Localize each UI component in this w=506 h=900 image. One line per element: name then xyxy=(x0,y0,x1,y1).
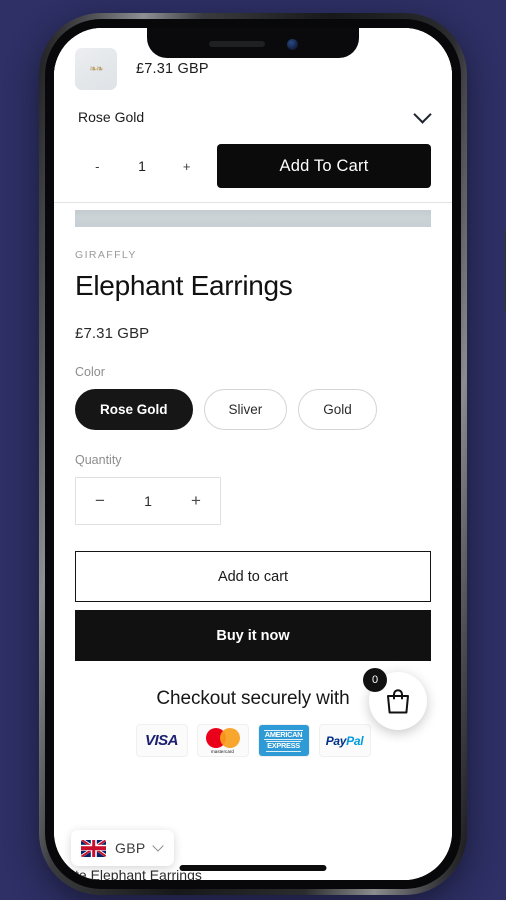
color-option-group: Rose Gold Sliver Gold xyxy=(75,389,431,431)
shopping-bag-icon xyxy=(387,689,409,714)
sticky-add-to-cart-button[interactable]: Add To Cart xyxy=(217,144,431,188)
sticky-bar-action-row: - 1 + Add To Cart xyxy=(75,144,431,202)
phone-bezel: ❧❧ £7.31 GBP Rose Gold - 1 + Add To Cart… xyxy=(45,19,461,889)
phone-notch xyxy=(147,28,359,58)
cta-button-group: Add to cart Buy it now xyxy=(54,525,452,662)
color-swatch-gold[interactable]: Gold xyxy=(298,389,377,431)
uk-flag-icon xyxy=(81,839,106,857)
chevron-down-icon xyxy=(413,105,432,124)
american-express-icon: AMERICAN EXPRESS xyxy=(257,724,310,758)
product-thumbnail: ❧❧ xyxy=(75,48,117,90)
add-to-cart-button[interactable]: Add to cart xyxy=(75,551,431,603)
color-option-label: Color xyxy=(75,365,105,380)
sticky-bar-price: £7.31 GBP xyxy=(136,61,209,77)
sticky-quantity-decrement-button[interactable]: - xyxy=(75,159,120,174)
mastercard-icon: mastercard xyxy=(196,724,249,758)
sticky-quantity-stepper[interactable]: - 1 + xyxy=(75,158,209,174)
phone-screen: ❧❧ £7.31 GBP Rose Gold - 1 + Add To Cart… xyxy=(54,28,452,880)
quantity-decrement-button[interactable]: − xyxy=(76,478,124,524)
sticky-bar-variant-select[interactable]: Rose Gold xyxy=(75,90,432,144)
floating-cart-button[interactable]: 0 xyxy=(363,668,427,730)
currency-selector[interactable]: GBP xyxy=(71,830,175,866)
product-price: £7.31 GBP xyxy=(75,325,150,343)
visa-label: VISA xyxy=(144,732,179,750)
currency-code-label: GBP xyxy=(115,840,146,856)
front-camera-icon xyxy=(286,38,298,50)
sticky-bar-divider xyxy=(54,202,452,203)
paypal-label-pal: Pal xyxy=(346,733,364,748)
cart-count-badge: 0 xyxy=(363,668,387,692)
quantity-stepper[interactable]: − 1 + xyxy=(75,477,221,526)
speaker-slot-icon xyxy=(208,41,265,47)
quantity-increment-button[interactable]: + xyxy=(172,478,220,524)
product-vendor: GIRAFFLY xyxy=(75,249,137,261)
product-page: ❧❧ £7.31 GBP Rose Gold - 1 + Add To Cart… xyxy=(54,28,452,880)
paypal-label-pay: Pay xyxy=(325,733,347,748)
sticky-quantity-value: 1 xyxy=(138,158,146,174)
color-swatch-rose-gold[interactable]: Rose Gold xyxy=(75,389,193,431)
amex-label-line2: EXPRESS xyxy=(266,741,301,752)
quantity-value: 1 xyxy=(144,493,152,510)
product-image[interactable] xyxy=(75,210,431,227)
mastercard-label: mastercard xyxy=(211,748,234,754)
amex-label-line1: AMERICAN xyxy=(263,729,304,741)
earrings-thumbnail-art: ❧❧ xyxy=(89,62,103,75)
product-info-section: GIRAFFLY Elephant Earrings £7.31 GBP Col… xyxy=(54,227,452,526)
sticky-bar-variant-label: Rose Gold xyxy=(78,109,145,125)
chevron-down-icon xyxy=(152,840,165,852)
buy-it-now-button[interactable]: Buy it now xyxy=(75,610,431,662)
color-swatch-sliver[interactable]: Sliver xyxy=(203,389,288,431)
sticky-quantity-increment-button[interactable]: + xyxy=(164,159,209,174)
paypal-icon: PayPal xyxy=(318,724,371,758)
mastercard-circles xyxy=(205,727,240,748)
phone-frame: ❧❧ £7.31 GBP Rose Gold - 1 + Add To Cart… xyxy=(39,13,506,895)
visa-icon: VISA xyxy=(135,724,188,758)
quantity-label: Quantity xyxy=(75,453,122,468)
page-title: Elephant Earrings xyxy=(75,270,293,301)
home-indicator xyxy=(179,865,327,871)
